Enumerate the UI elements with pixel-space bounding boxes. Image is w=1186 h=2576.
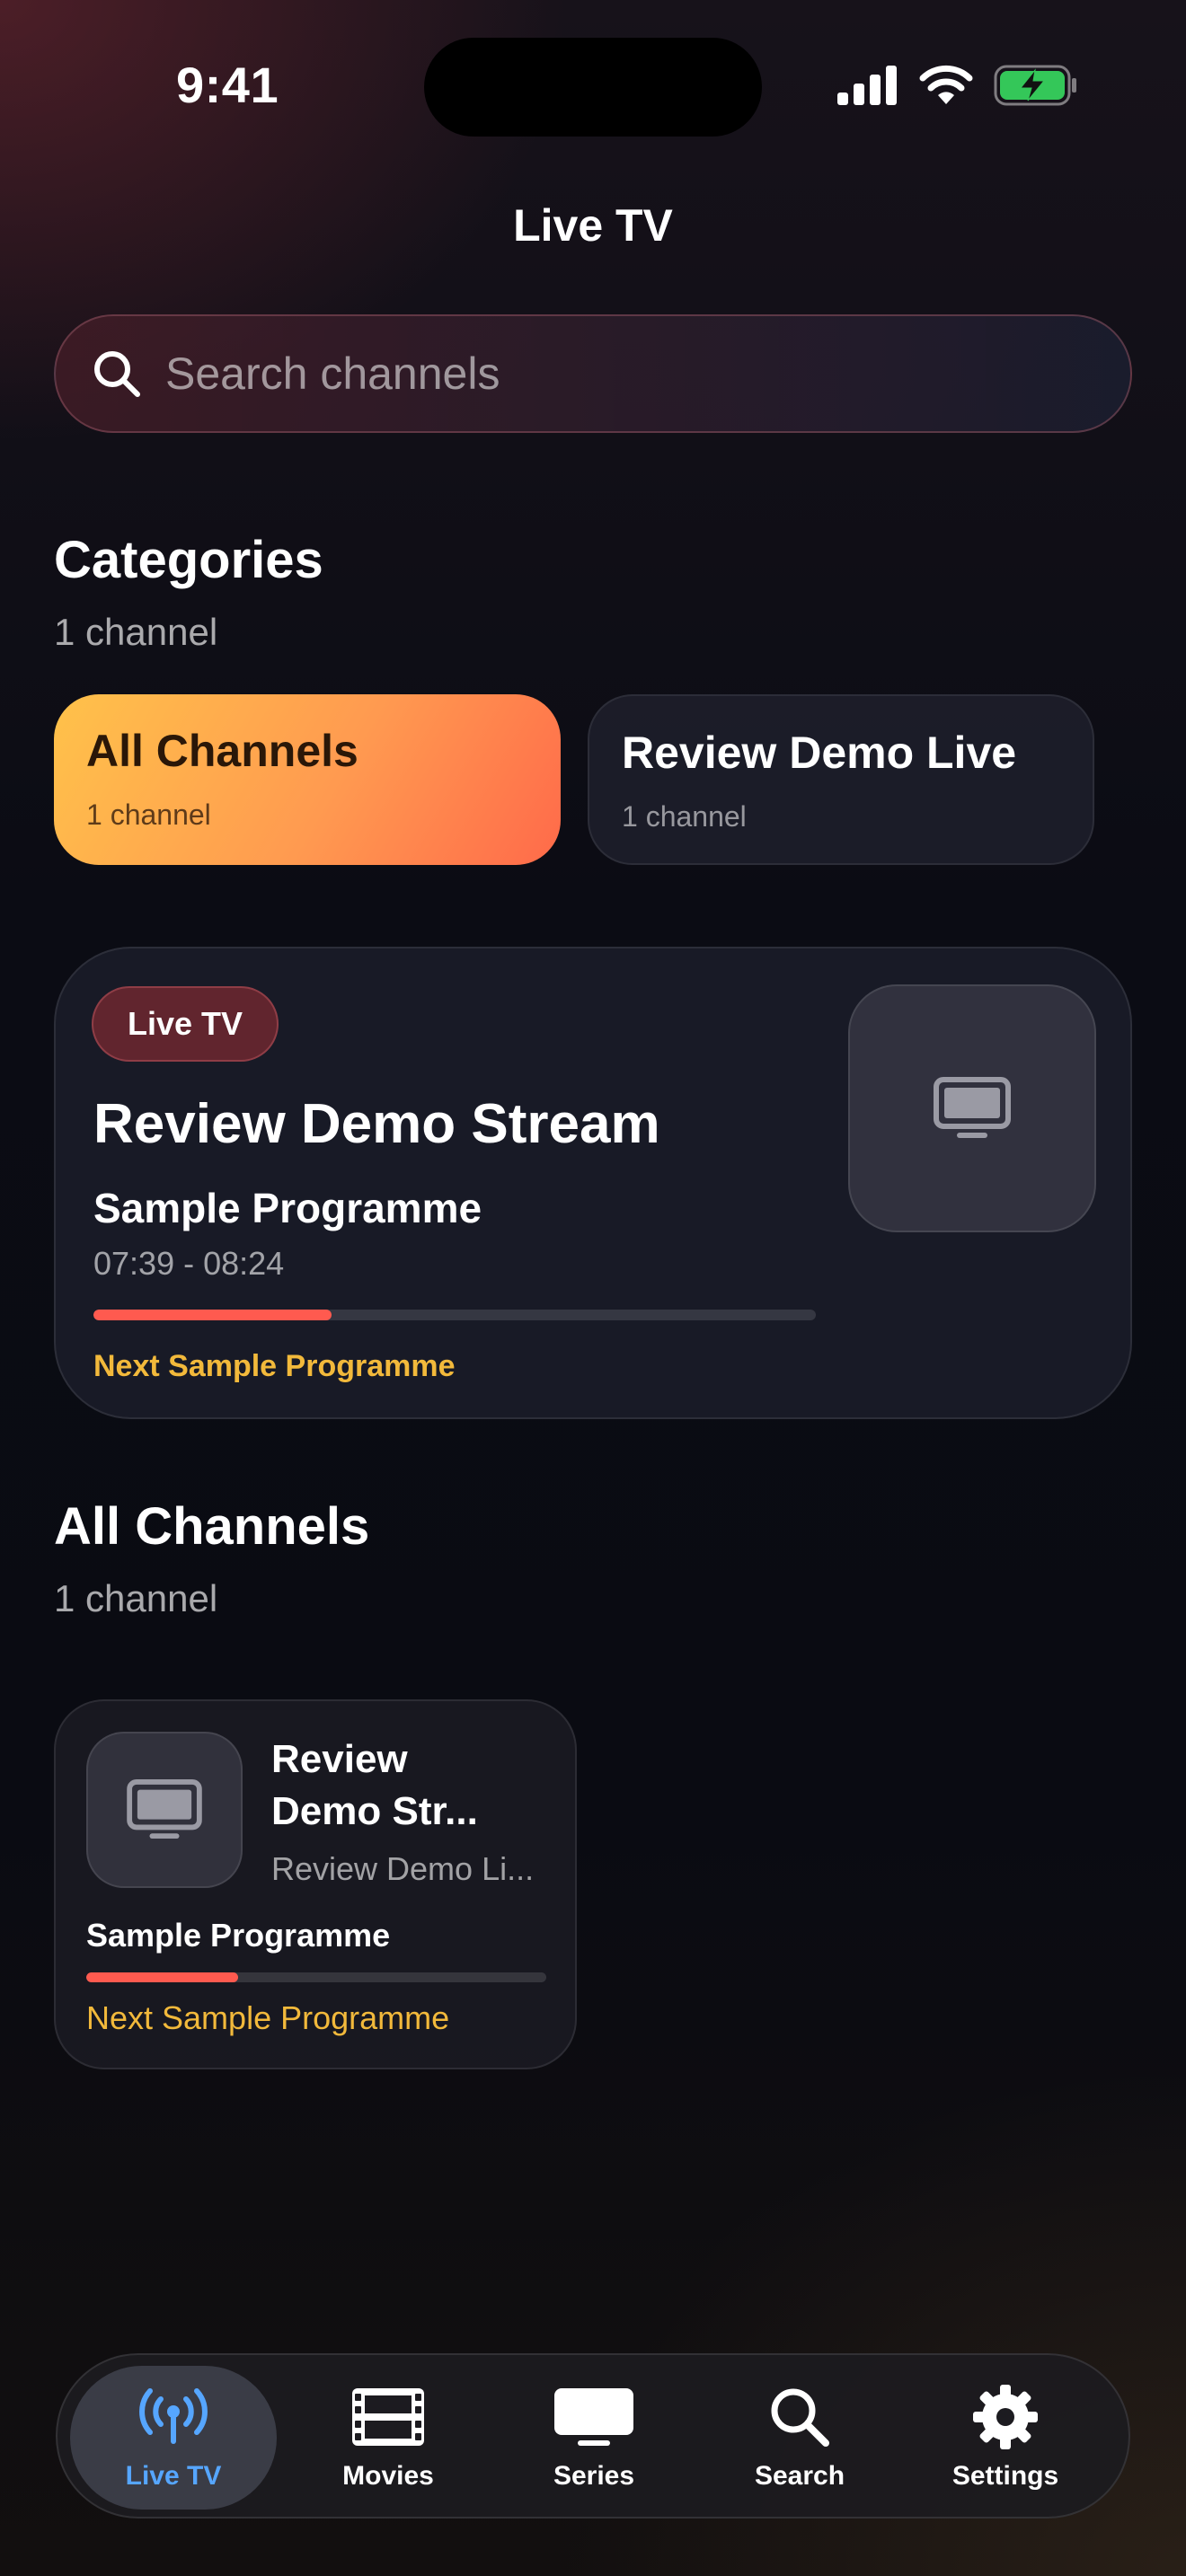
tab-label: Search — [754, 2461, 845, 2491]
featured-programme-time: 07:39 - 08:24 — [93, 1245, 285, 1282]
tv-icon — [934, 1077, 1011, 1138]
channel-thumbnail — [86, 1732, 243, 1888]
dynamic-island — [424, 38, 762, 137]
wifi-icon — [919, 65, 973, 104]
tab-label: Series — [553, 2461, 635, 2491]
featured-channel-thumbnail — [848, 984, 1096, 1232]
featured-progress-fill — [93, 1310, 332, 1320]
cellular-signal-icon — [837, 66, 897, 105]
featured-channel-card[interactable]: Live TV Review Demo Stream Sample Progra… — [54, 947, 1132, 1419]
category-chip-review-demo-live[interactable]: Review Demo Live 1 channel — [588, 694, 1094, 865]
channel-progress-bar — [86, 1972, 546, 1982]
featured-programme-title: Sample Programme — [93, 1185, 482, 1231]
categories-title: Categories — [54, 531, 323, 589]
antenna-icon — [139, 2388, 208, 2444]
category-chip-label: All Channels — [86, 726, 358, 776]
tab-series[interactable]: Series — [491, 2366, 697, 2510]
channel-progress-fill — [86, 1972, 238, 1982]
gear-icon — [973, 2385, 1038, 2449]
tab-label: Settings — [951, 2461, 1059, 2491]
all-channels-subtitle: 1 channel — [54, 1577, 218, 1619]
tab-search[interactable]: Search — [696, 2366, 903, 2510]
category-chip-count: 1 channel — [622, 800, 747, 833]
categories-subtitle: 1 channel — [54, 611, 218, 653]
live-tv-badge: Live TV — [92, 986, 279, 1062]
status-icons — [837, 63, 1078, 108]
search-input[interactable] — [165, 348, 1130, 400]
tv-icon — [554, 2388, 633, 2446]
tab-movies[interactable]: Movies — [285, 2366, 491, 2510]
all-channels-title: All Channels — [54, 1497, 370, 1556]
category-chip-label: Review Demo Live — [622, 728, 1017, 778]
search-bar[interactable] — [54, 314, 1132, 433]
featured-next-programme: Next Sample Programme — [93, 1349, 456, 1383]
search-icon — [94, 351, 140, 397]
battery-charging-icon — [994, 65, 1076, 106]
featured-progress-bar — [93, 1310, 816, 1320]
category-chip-count: 1 channel — [86, 798, 211, 831]
tv-icon — [127, 1779, 202, 1839]
category-chip-all-channels[interactable]: All Channels 1 channel — [54, 694, 561, 865]
page-title: Live TV — [513, 200, 673, 251]
tab-label: Movies — [342, 2461, 434, 2491]
tab-settings[interactable]: Settings — [902, 2366, 1109, 2510]
featured-channel-name: Review Demo Stream — [93, 1093, 660, 1155]
channel-category: Review Demo Li... — [271, 1850, 535, 1887]
film-icon — [352, 2388, 424, 2446]
channel-programme-title: Sample Programme — [86, 1917, 391, 1954]
channel-name: Review Demo Str... — [271, 1737, 478, 1833]
channel-card[interactable]: Review Demo Str... Review Demo Li... Sam… — [54, 1699, 577, 2069]
tab-live-tv[interactable]: Live TV — [70, 2366, 277, 2510]
status-bar: 9:41 — [0, 0, 1186, 171]
tab-bar: Live TV Movies Series Search Settings — [56, 2353, 1130, 2519]
channel-next-programme: Next Sample Programme — [86, 1999, 450, 2036]
tab-label: Live TV — [125, 2461, 222, 2491]
status-time: 9:41 — [176, 57, 279, 113]
search-icon — [771, 2388, 829, 2447]
